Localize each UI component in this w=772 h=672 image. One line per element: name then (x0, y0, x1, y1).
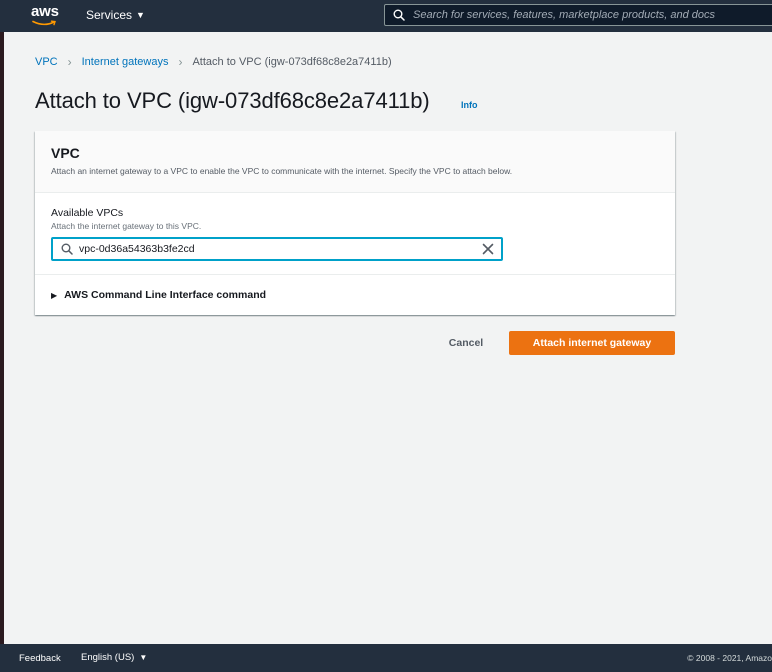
breadcrumb-vpc[interactable]: VPC (35, 56, 58, 68)
caret-down-icon: ▼ (139, 653, 148, 662)
search-icon (393, 9, 405, 21)
copyright-text: © 2008 - 2021, Amazo (687, 653, 772, 663)
available-vpcs-description: Attach the internet gateway to this VPC. (51, 221, 202, 231)
caret-down-icon: ▼ (136, 10, 145, 20)
page-title: Attach to VPC (igw-073df68c8e2a7411b) (35, 88, 430, 113)
caret-right-icon: ▶ (51, 290, 58, 300)
attach-internet-gateway-button[interactable]: Attach internet gateway (509, 331, 675, 355)
main-content: VPC › Internet gateways › Attach to VPC … (4, 32, 772, 644)
panel-header: VPC Attach an internet gateway to a VPC … (35, 131, 675, 193)
chevron-right-icon: › (178, 55, 183, 69)
cli-expandable-section: ▶ AWS Command Line Interface command (35, 274, 675, 316)
global-search[interactable] (384, 4, 772, 26)
global-search-input[interactable] (413, 5, 772, 25)
cli-command-label: AWS Command Line Interface command (64, 289, 267, 301)
available-vpcs-input[interactable] (79, 240, 469, 258)
clear-icon[interactable] (481, 242, 495, 256)
footer: Feedback English (US) ▼ © 2008 - 2021, A… (0, 644, 772, 672)
breadcrumb-internet-gateways[interactable]: Internet gateways (82, 56, 169, 68)
chevron-right-icon: › (67, 55, 72, 69)
feedback-link[interactable]: Feedback (19, 653, 61, 664)
services-label: Services (86, 8, 133, 22)
vpc-panel: VPC Attach an internet gateway to a VPC … (35, 131, 675, 315)
cli-command-toggle[interactable]: ▶ AWS Command Line Interface command (51, 289, 266, 301)
cancel-button[interactable]: Cancel (434, 332, 498, 354)
available-vpcs-autosuggest[interactable] (51, 237, 503, 261)
aws-smile-icon (32, 20, 56, 26)
panel-description: Attach an internet gateway to a VPC to e… (51, 166, 513, 176)
breadcrumb-current: Attach to VPC (igw-073df68c8e2a7411b) (192, 56, 392, 68)
info-link[interactable]: Info (461, 100, 478, 110)
panel-title: VPC (51, 145, 80, 161)
services-menu[interactable]: Services ▼ (86, 8, 145, 22)
language-selector[interactable]: English (US) ▼ (81, 652, 147, 663)
search-icon (61, 243, 73, 255)
language-label: English (US) (81, 652, 135, 663)
top-navigation-bar: aws Services ▼ (0, 0, 772, 32)
breadcrumb: VPC › Internet gateways › Attach to VPC … (35, 55, 392, 69)
aws-logo[interactable]: aws (31, 3, 61, 29)
aws-logo-text: aws (31, 3, 59, 20)
available-vpcs-label: Available VPCs (51, 207, 124, 219)
